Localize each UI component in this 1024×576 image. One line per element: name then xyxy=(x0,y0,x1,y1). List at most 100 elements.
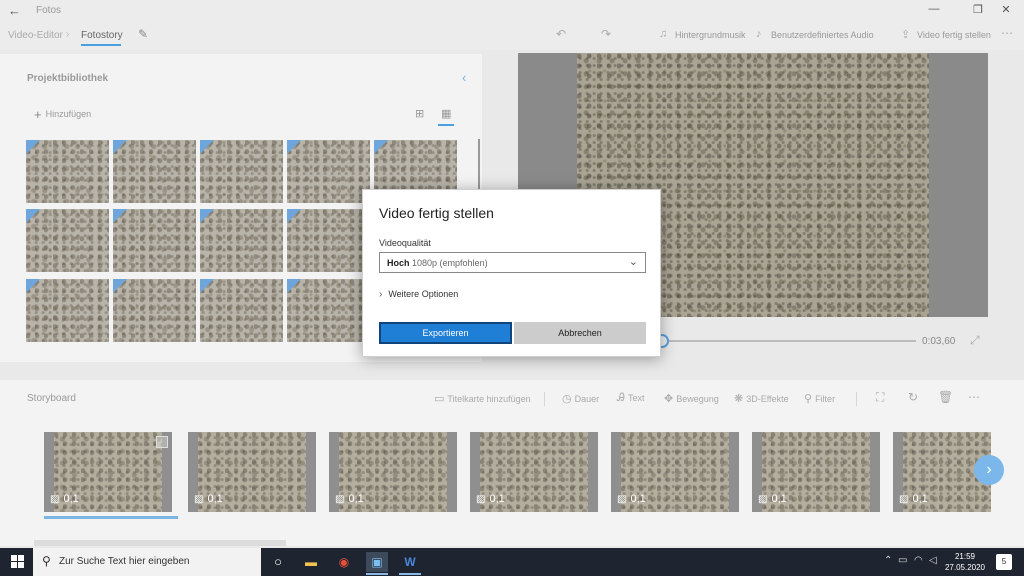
filter-label: Filter xyxy=(815,394,836,404)
library-thumbnail[interactable] xyxy=(287,209,370,272)
image-icon: ▨ xyxy=(899,494,909,505)
clip-select-checkbox[interactable] xyxy=(156,436,168,448)
clock-icon: ◷ xyxy=(562,393,572,405)
back-arrow-icon[interactable]: ← xyxy=(8,3,21,18)
video-quality-select[interactable]: Hoch 1080p (empfohlen) ⌄ xyxy=(379,252,646,273)
windows-start-icon[interactable] xyxy=(11,555,25,569)
more-options-icon[interactable]: ⋯ xyxy=(1001,26,1013,40)
next-chevron-icon[interactable]: › xyxy=(974,455,1004,485)
used-marker xyxy=(200,209,214,223)
3d-effects-button[interactable]: ❋ 3D-Effekte xyxy=(734,392,789,405)
running-app-indicator xyxy=(399,573,421,575)
video-quality-label: Videoqualität xyxy=(379,238,431,248)
library-thumbnail[interactable] xyxy=(200,279,283,342)
image-icon: ▨ xyxy=(50,494,60,505)
storyboard-clip[interactable]: ▨ 0,1 xyxy=(752,432,880,512)
undo-icon[interactable]: ↶ xyxy=(556,27,566,41)
breadcrumb-video-editor[interactable]: Video-Editor xyxy=(8,30,63,41)
wifi-icon[interactable]: ◠ xyxy=(914,555,923,566)
photos-app-icon[interactable]: ▣ xyxy=(366,552,388,572)
battery-icon[interactable]: ▭ xyxy=(898,555,907,566)
clip-duration-label: ▨ 0,1 xyxy=(50,493,79,505)
motion-icon: ✥ xyxy=(664,393,674,405)
volume-icon[interactable]: ◁ xyxy=(929,555,937,566)
clip-duration: 0,1 xyxy=(207,493,223,505)
library-thumbnail[interactable] xyxy=(26,140,109,203)
rename-pencil-icon[interactable]: ✎ xyxy=(138,27,148,41)
more-options-toggle[interactable]: › Weitere Optionen xyxy=(379,289,458,300)
text-button[interactable]: Ꭿ Text xyxy=(617,392,644,405)
export-icon[interactable]: ⇪ xyxy=(901,28,910,41)
show-hidden-icons-icon[interactable]: ⌃ xyxy=(884,555,892,566)
used-marker xyxy=(287,140,301,154)
library-thumbnail[interactable] xyxy=(200,209,283,272)
crop-icon[interactable]: ⛶ xyxy=(876,390,884,405)
storyboard-clip[interactable]: ▨ 0,1 xyxy=(188,432,316,512)
library-thumbnail[interactable] xyxy=(287,140,370,203)
more-options-icon[interactable]: ⋯ xyxy=(968,390,980,404)
filter-icon: ⚲ xyxy=(804,393,813,405)
background-music-button[interactable]: Hintergrundmusik xyxy=(675,30,746,40)
large-grid-view-icon[interactable]: ⊞ xyxy=(415,107,424,120)
storyboard-clip[interactable]: ▨ 0,1 xyxy=(329,432,457,512)
clip-duration-label: ▨ 0,1 xyxy=(758,493,787,505)
breadcrumb-fotostory[interactable]: Fotostory xyxy=(81,30,123,41)
duration-button[interactable]: ◷ Dauer xyxy=(562,392,599,405)
playback-scrub-track[interactable] xyxy=(662,340,916,342)
small-grid-view-icon[interactable]: ▦ xyxy=(441,107,451,120)
library-thumbnail[interactable] xyxy=(26,209,109,272)
used-marker xyxy=(26,140,40,154)
storyboard-clip[interactable]: ▨ 0,1 xyxy=(44,432,172,512)
file-explorer-icon[interactable]: ▬ xyxy=(300,552,322,572)
clip-duration: 0,1 xyxy=(912,493,928,505)
word-icon[interactable]: W xyxy=(399,552,421,572)
task-view-icon[interactable]: ○ xyxy=(267,552,289,572)
taskbar-clock[interactable]: 21:59 27.05.2020 xyxy=(944,551,986,573)
used-marker xyxy=(113,209,127,223)
more-options-label: Weitere Optionen xyxy=(388,289,459,299)
nav-bar: Video-Editor › Fotostory ✎ ↶ ↷ ♫ Hinterg… xyxy=(0,22,1024,50)
taskbar-search-box[interactable]: ⚲ Zur Suche Text hier eingeben xyxy=(33,548,261,576)
breadcrumb-separator-icon: › xyxy=(66,29,70,40)
delete-icon[interactable]: 🗑 xyxy=(938,390,953,404)
motion-button[interactable]: ✥ Bewegung xyxy=(664,392,719,405)
notification-center-icon[interactable]: 5 xyxy=(996,554,1012,570)
search-icon: ⚲ xyxy=(42,554,51,568)
used-marker xyxy=(26,209,40,223)
toolbar-divider xyxy=(856,392,857,406)
music-note-icon[interactable]: ♫ xyxy=(659,28,667,40)
audio-icon[interactable]: ♪ xyxy=(756,28,762,40)
minimize-icon[interactable]: — xyxy=(924,3,944,15)
motion-label: Bewegung xyxy=(676,394,719,404)
chrome-icon[interactable]: ◉ xyxy=(333,552,355,572)
add-title-card-button[interactable]: ▭ Titelkarte hinzufügen xyxy=(434,392,531,405)
export-button[interactable]: Exportieren xyxy=(379,322,512,344)
filter-button[interactable]: ⚲ Filter xyxy=(804,392,835,405)
fullscreen-expand-icon[interactable]: ⤢ xyxy=(970,333,980,348)
library-thumbnail[interactable] xyxy=(200,140,283,203)
redo-icon[interactable]: ↷ xyxy=(601,27,611,41)
finish-video-dialog: Video fertig stellen Videoqualität Hoch … xyxy=(362,189,661,357)
add-media-label: Hinzufügen xyxy=(45,109,92,119)
maximize-icon[interactable]: ❐ xyxy=(968,3,988,16)
clip-duration-label: ▨ 0,1 xyxy=(476,493,505,505)
cancel-button[interactable]: Abbrechen xyxy=(514,322,646,344)
window-title: Fotos xyxy=(36,5,62,16)
finish-video-button[interactable]: Video fertig stellen xyxy=(917,30,991,40)
used-marker xyxy=(200,279,214,293)
library-thumbnail[interactable] xyxy=(287,279,370,342)
quality-resolution: 1080p (empfohlen) xyxy=(412,258,488,268)
storyboard-clip[interactable]: ▨ 0,1 xyxy=(470,432,598,512)
close-icon[interactable]: ✕ xyxy=(996,3,1016,16)
library-thumbnail[interactable] xyxy=(113,209,196,272)
collapse-chevron-icon[interactable]: ‹ xyxy=(462,70,466,85)
rotate-icon[interactable]: ↻ xyxy=(908,390,918,404)
storyboard-scrollbar[interactable] xyxy=(34,540,286,546)
library-thumbnail[interactable] xyxy=(26,279,109,342)
library-thumbnail[interactable] xyxy=(113,140,196,203)
clip-duration: 0,1 xyxy=(63,493,79,505)
custom-audio-button[interactable]: Benutzerdefiniertes Audio xyxy=(771,30,874,40)
library-thumbnail[interactable] xyxy=(113,279,196,342)
storyboard-clip[interactable]: ▨ 0,1 xyxy=(611,432,739,512)
add-media-button[interactable]: + Hinzufügen xyxy=(34,107,91,122)
